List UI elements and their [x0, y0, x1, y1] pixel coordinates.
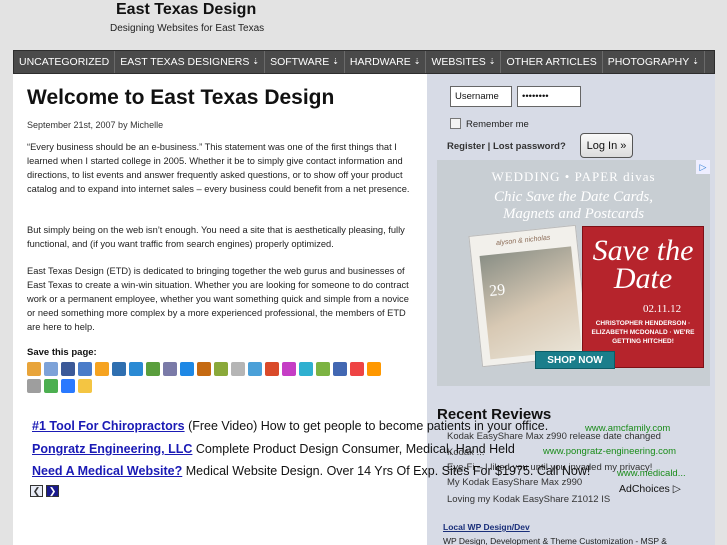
ad-headline: Chic Save the Date Cards, Magnets and Po… — [493, 189, 653, 222]
ad-invitation-image: alyson & nicholas 29 — [468, 224, 590, 368]
share-service-icon[interactable] — [112, 362, 126, 376]
remember-me-checkbox[interactable] — [450, 118, 461, 129]
ad-next-button[interactable]: ❯ — [46, 485, 59, 497]
share-service-icon[interactable] — [316, 362, 330, 376]
nav-item-other-articles[interactable]: OTHER ARTICLES — [501, 51, 603, 73]
nav-item-photography[interactable]: PHOTOGRAPHY ⇣ — [603, 51, 705, 73]
share-service-icon[interactable] — [248, 362, 262, 376]
share-service-icon[interactable] — [61, 379, 75, 393]
sidebar-ad[interactable]: WEDDING • PAPER divas Chic Save the Date… — [437, 160, 710, 386]
post-paragraph: East Texas Design (ETD) is dedicated to … — [27, 266, 409, 332]
nav-item-hardware[interactable]: HARDWARE ⇣ — [345, 51, 427, 73]
chevron-down-icon: ⇣ — [488, 57, 496, 66]
share-service-icon[interactable] — [78, 379, 92, 393]
share-service-icon[interactable] — [265, 362, 279, 376]
ad-couple-photo: 29 — [479, 246, 582, 360]
share-service-icon[interactable] — [350, 362, 364, 376]
local-wp-title[interactable]: Local WP Design/Dev — [443, 522, 530, 532]
share-service-icon[interactable] — [146, 362, 160, 376]
share-service-icon[interactable] — [333, 362, 347, 376]
username-field[interactable] — [450, 86, 512, 107]
share-service-icon[interactable] — [180, 362, 194, 376]
main-nav: UNCATEGORIZED EAST TEXAS DESIGNERS ⇣ SOFT… — [13, 50, 715, 74]
share-service-icon[interactable] — [61, 362, 75, 376]
ad-card-date: 02.11.12 — [643, 303, 682, 315]
share-service-icon[interactable] — [367, 362, 381, 376]
post-meta: September 21st, 2007 by Michelle — [27, 120, 164, 130]
site-description: Designing Websites for East Texas — [110, 23, 265, 34]
chevron-down-icon: ⇣ — [252, 57, 260, 66]
share-service-icon[interactable] — [27, 362, 41, 376]
nav-item-websites[interactable]: WEBSITES ⇣ — [426, 51, 502, 73]
ad-card-names: CHRISTOPHER HENDERSON · ELIZABETH MCDONA… — [591, 320, 695, 345]
site-header: East Texas Design Designing Websites for… — [0, 0, 727, 50]
share-service-icon[interactable] — [27, 379, 41, 393]
chevron-down-icon: ⇣ — [692, 57, 699, 66]
ad-prev-button[interactable]: ❮ — [30, 485, 43, 497]
adchoices-icon[interactable]: ▷ — [696, 160, 710, 174]
text-ad-url[interactable]: www.pongratz-engineering.com — [543, 446, 676, 457]
text-ads: #1 Tool For Chiropractors (Free Video) H… — [13, 412, 703, 504]
site-title[interactable]: East Texas Design — [116, 1, 256, 19]
share-service-icon[interactable] — [44, 379, 58, 393]
share-service-icon[interactable] — [44, 362, 58, 376]
ad-photo-date: 29 — [488, 281, 507, 301]
share-icons — [27, 362, 387, 393]
password-field[interactable] — [517, 86, 581, 107]
log-in-button[interactable]: Log In » — [580, 133, 633, 158]
save-page-label: Save this page: — [27, 347, 97, 358]
share-service-icon[interactable] — [299, 362, 313, 376]
text-ad-url[interactable]: www.medicald... — [617, 468, 686, 479]
nav-item-software[interactable]: SOFTWARE ⇣ — [265, 51, 345, 73]
chevron-down-icon: ⇣ — [332, 57, 339, 66]
share-service-icon[interactable] — [214, 362, 228, 376]
ad-save-the-date-card: Save the Date 02.11.12 CHRISTOPHER HENDE… — [582, 226, 704, 368]
text-ad[interactable]: Need A Medical Website? Medical Website … — [32, 464, 590, 478]
remember-me-label: Remember me — [466, 119, 529, 130]
nav-item-uncategorized[interactable]: UNCATEGORIZED — [14, 51, 116, 73]
text-ad-url[interactable]: www.amcfamily.com — [585, 423, 670, 434]
text-ad[interactable]: Pongratz Engineering, LLC Complete Produ… — [32, 442, 515, 456]
share-service-icon[interactable] — [282, 362, 296, 376]
shop-now-button[interactable]: SHOP NOW — [535, 351, 615, 369]
share-service-icon[interactable] — [95, 362, 109, 376]
nav-item-east-texas-designers[interactable]: EAST TEXAS DESIGNERS ⇣ — [115, 51, 266, 73]
post-paragraph: “Every business should be an e-business.… — [27, 142, 410, 194]
ad-card-title: Save the Date — [592, 234, 694, 295]
chevron-down-icon: ⇣ — [413, 57, 421, 66]
login-links[interactable]: Register | Lost password? — [447, 141, 566, 152]
post-paragraph: But simply being on the web isn’t enough… — [27, 225, 405, 249]
adchoices-label[interactable]: AdChoices ▷ — [619, 483, 681, 495]
share-service-icon[interactable] — [78, 362, 92, 376]
share-service-icon[interactable] — [197, 362, 211, 376]
share-service-icon[interactable] — [129, 362, 143, 376]
post-title[interactable]: Welcome to East Texas Design — [27, 86, 334, 110]
share-service-icon[interactable] — [231, 362, 245, 376]
share-service-icon[interactable] — [163, 362, 177, 376]
ad-brand: WEDDING • PAPER divas — [491, 169, 656, 184]
local-wp-text: WP Design, Development & Theme Customiza… — [443, 536, 667, 545]
text-ad[interactable]: #1 Tool For Chiropractors (Free Video) H… — [32, 419, 548, 433]
